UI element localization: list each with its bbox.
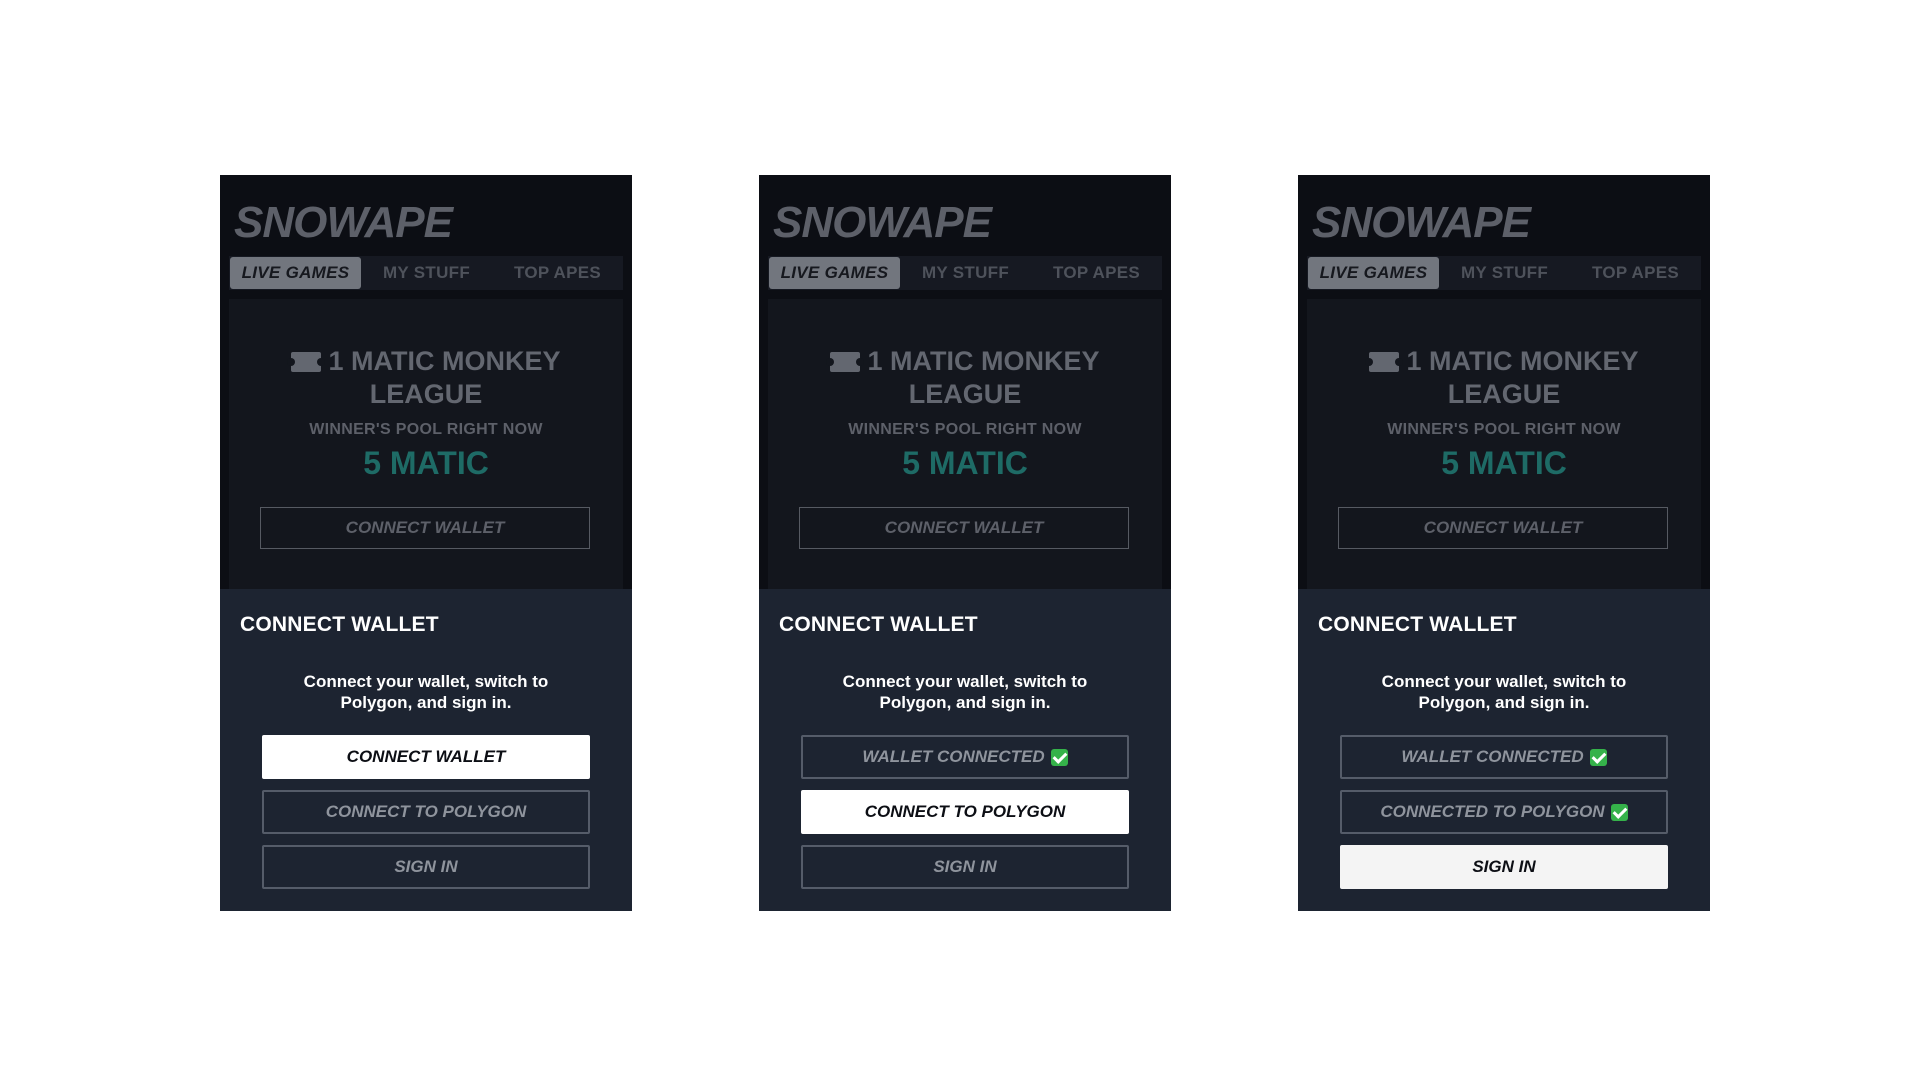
modal-title: CONNECT WALLET — [779, 613, 978, 636]
tab-my-stuff[interactable]: MY STUFF — [361, 257, 492, 289]
ticket-icon — [826, 352, 865, 372]
tab-bar: LIVE GAMES MY STUFF TOP APES — [229, 256, 623, 290]
league-title-line1: 1 MATIC MONKEY — [867, 346, 1100, 376]
league-title: 1 MATIC MONKEY LEAGUE — [768, 345, 1162, 411]
phone-screen-2: SNOWAPE LIVE GAMES MY STUFF TOP APES 1 M… — [759, 175, 1171, 911]
pool-value: 5 MATIC — [902, 445, 1028, 481]
pool-value: 5 MATIC — [1441, 445, 1567, 481]
modal-description: Connect your wallet, switch to Polygon, … — [260, 671, 592, 713]
sign-in-button[interactable]: SIGN IN — [262, 845, 590, 889]
check-icon — [1610, 803, 1628, 821]
pool-label: WINNER'S POOL RIGHT NOW — [848, 421, 1082, 438]
connect-wallet-modal: CONNECT WALLET Connect your wallet, swit… — [759, 589, 1171, 911]
league-card: 1 MATIC MONKEY LEAGUE WINNER'S POOL RIGH… — [229, 299, 623, 619]
card-connect-wallet-button[interactable]: CONNECT WALLET — [1338, 507, 1668, 549]
pool-value: 5 MATIC — [363, 445, 489, 481]
ticket-icon — [1365, 352, 1404, 372]
tab-live-games[interactable]: LIVE GAMES — [230, 257, 361, 289]
tab-top-apes[interactable]: TOP APES — [1570, 257, 1701, 289]
connect-to-polygon-label: CONNECT TO POLYGON — [864, 802, 1066, 821]
tab-my-stuff[interactable]: MY STUFF — [1439, 257, 1570, 289]
connect-wallet-button[interactable]: CONNECT WALLET — [262, 735, 590, 779]
modal-title: CONNECT WALLET — [240, 613, 439, 636]
check-icon — [1050, 748, 1068, 766]
connected-to-polygon-button[interactable]: CONNECTED TO POLYGON — [1340, 790, 1668, 834]
connect-to-polygon-label: CONNECT TO POLYGON — [325, 802, 527, 821]
tab-bar: LIVE GAMES MY STUFF TOP APES — [768, 256, 1162, 290]
league-title-line2: LEAGUE — [1447, 379, 1561, 409]
tab-live-games[interactable]: LIVE GAMES — [1308, 257, 1439, 289]
card-connect-wallet-button[interactable]: CONNECT WALLET — [260, 507, 590, 549]
tab-bar: LIVE GAMES MY STUFF TOP APES — [1307, 256, 1701, 290]
sign-in-label: SIGN IN — [1472, 857, 1536, 876]
tab-top-apes[interactable]: TOP APES — [492, 257, 623, 289]
modal-title: CONNECT WALLET — [1318, 613, 1517, 636]
connect-wallet-modal: CONNECT WALLET Connect your wallet, swit… — [1298, 589, 1710, 911]
wallet-connected-label: WALLET CONNECTED — [862, 747, 1045, 766]
wallet-connected-button[interactable]: WALLET CONNECTED — [1340, 735, 1668, 779]
league-title-line2: LEAGUE — [908, 379, 1022, 409]
league-title: 1 MATIC MONKEY LEAGUE — [1307, 345, 1701, 411]
modal-description-line2: Polygon, and sign in. — [340, 693, 512, 712]
connect-to-polygon-button[interactable]: CONNECT TO POLYGON — [801, 790, 1129, 834]
connect-wallet-modal: CONNECT WALLET Connect your wallet, swit… — [220, 589, 632, 911]
pool-label: WINNER'S POOL RIGHT NOW — [1387, 421, 1621, 438]
modal-description: Connect your wallet, switch to Polygon, … — [799, 671, 1131, 713]
check-icon — [1589, 748, 1607, 766]
tab-my-stuff[interactable]: MY STUFF — [900, 257, 1031, 289]
league-card: 1 MATIC MONKEY LEAGUE WINNER'S POOL RIGH… — [768, 299, 1162, 619]
modal-description-line1: Connect your wallet, switch to — [1381, 672, 1627, 691]
ticket-icon — [287, 352, 326, 372]
modal-description-line2: Polygon, and sign in. — [879, 693, 1051, 712]
wallet-connected-button[interactable]: WALLET CONNECTED — [801, 735, 1129, 779]
league-title: 1 MATIC MONKEY LEAGUE — [229, 345, 623, 411]
league-title-line1: 1 MATIC MONKEY — [328, 346, 561, 376]
sign-in-label: SIGN IN — [933, 857, 997, 876]
modal-description-line1: Connect your wallet, switch to — [303, 672, 549, 691]
sign-in-label: SIGN IN — [394, 857, 458, 876]
card-connect-wallet-button[interactable]: CONNECT WALLET — [799, 507, 1129, 549]
snowape-logo: SNOWAPE — [773, 198, 992, 247]
connected-to-polygon-label: CONNECTED TO POLYGON — [1380, 802, 1605, 821]
connect-to-polygon-button[interactable]: CONNECT TO POLYGON — [262, 790, 590, 834]
modal-description: Connect your wallet, switch to Polygon, … — [1338, 671, 1670, 713]
phone-screen-1: SNOWAPE LIVE GAMES MY STUFF TOP APES 1 M… — [220, 175, 632, 911]
league-card: 1 MATIC MONKEY LEAGUE WINNER'S POOL RIGH… — [1307, 299, 1701, 619]
phone-screen-3: SNOWAPE LIVE GAMES MY STUFF TOP APES 1 M… — [1298, 175, 1710, 911]
league-title-line2: LEAGUE — [369, 379, 483, 409]
snowape-logo: SNOWAPE — [234, 198, 453, 247]
modal-description-line2: Polygon, and sign in. — [1418, 693, 1590, 712]
tab-live-games[interactable]: LIVE GAMES — [769, 257, 900, 289]
sign-in-button[interactable]: SIGN IN — [801, 845, 1129, 889]
modal-description-line1: Connect your wallet, switch to — [842, 672, 1088, 691]
connect-wallet-label: CONNECT WALLET — [346, 747, 506, 766]
tab-top-apes[interactable]: TOP APES — [1031, 257, 1162, 289]
wallet-connected-label: WALLET CONNECTED — [1401, 747, 1584, 766]
snowape-logo: SNOWAPE — [1312, 198, 1531, 247]
pool-label: WINNER'S POOL RIGHT NOW — [309, 421, 543, 438]
sign-in-button[interactable]: SIGN IN — [1340, 845, 1668, 889]
league-title-line1: 1 MATIC MONKEY — [1406, 346, 1639, 376]
